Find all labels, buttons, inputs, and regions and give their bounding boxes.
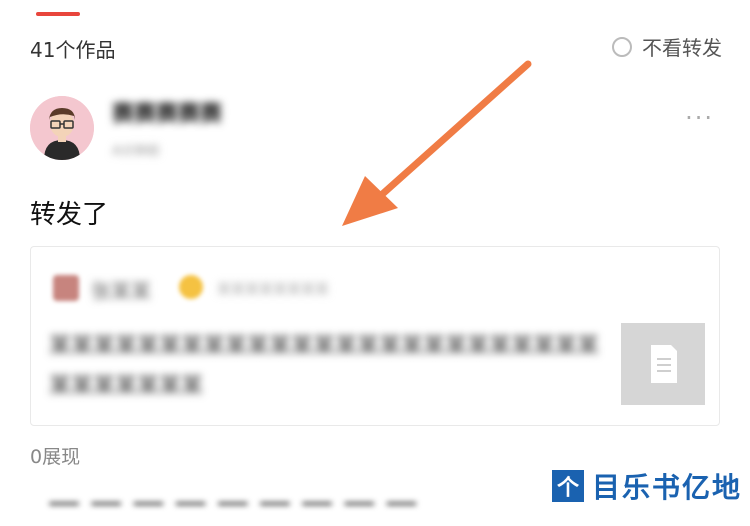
watermark: 个 目乐书亿地 <box>551 470 750 504</box>
bottom-blurred-text: 一 一 一 一 一 一 一 一 一 <box>48 486 418 524</box>
watermark-text: 目乐书亿地 <box>591 471 742 504</box>
watermark-logo-icon: 个 <box>551 470 584 502</box>
arrow-annotation <box>342 60 532 226</box>
